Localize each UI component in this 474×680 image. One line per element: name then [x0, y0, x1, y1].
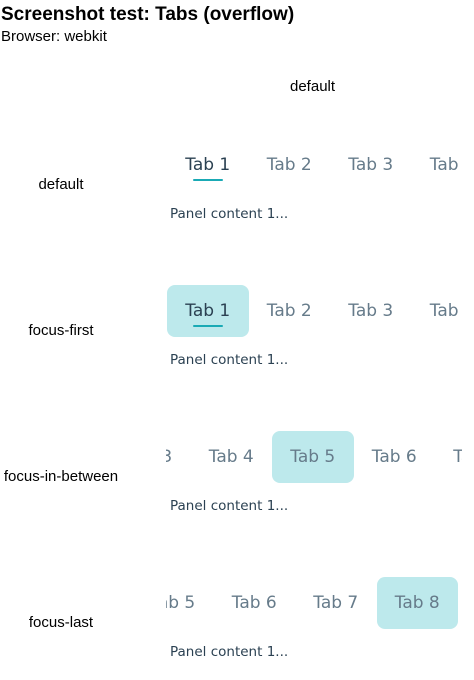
tab-5[interactable]: Tab 5 — [166, 577, 214, 629]
tab-label: Tab 3 — [166, 447, 173, 467]
tab-3[interactable]: Tab 3 — [166, 431, 191, 483]
tab-label: Tab 4 — [429, 155, 462, 175]
tab-panel: Panel content 1... — [170, 498, 289, 514]
tab-list: Tab 1Tab 2Tab 3Tab 4Tab 5Tab 6Tab 7Tab 8 — [167, 139, 462, 191]
tab-label: Tab 3 — [348, 155, 394, 175]
tab-label: Tab 1 — [185, 155, 231, 175]
tab-label: Tab 6 — [371, 447, 417, 467]
tab-7[interactable]: Tab 7 — [435, 431, 462, 483]
tab-label: Tab 7 — [453, 447, 462, 467]
tab-label: Tab 1 — [185, 301, 231, 321]
tab-panel: Panel content 1... — [170, 352, 289, 368]
tab-4[interactable]: Tab 4 — [412, 139, 462, 191]
tab-list: Tab 1Tab 2Tab 3Tab 4Tab 5Tab 6Tab 7Tab 8 — [166, 431, 462, 483]
tabs-focus-first: Tab 1Tab 2Tab 3Tab 4Tab 5Tab 6Tab 7Tab 8 — [166, 285, 462, 337]
tab-label: Tab 7 — [313, 593, 359, 613]
tab-7[interactable]: Tab 7 — [295, 577, 377, 629]
tab-label: Tab 3 — [348, 301, 394, 321]
tabs-focus-in-between: Tab 1Tab 2Tab 3Tab 4Tab 5Tab 6Tab 7Tab 8 — [166, 431, 462, 483]
tab-label: Tab 5 — [166, 593, 196, 613]
row-label-focus-last: focus-last — [28, 614, 94, 631]
tab-3[interactable]: Tab 3 — [330, 285, 412, 337]
row-label-focus-in-between: focus-in-between — [3, 468, 119, 485]
tab-label: Tab 6 — [231, 593, 277, 613]
tab-label: Tab 2 — [266, 301, 312, 321]
tabs-default: Tab 1Tab 2Tab 3Tab 4Tab 5Tab 6Tab 7Tab 8 — [166, 139, 462, 191]
row-label-default: default — [38, 176, 84, 193]
column-header: default — [290, 78, 336, 95]
tab-4[interactable]: Tab 4 — [412, 285, 462, 337]
tab-label: Tab 4 — [208, 447, 254, 467]
tab-5[interactable]: Tab 5 — [272, 431, 354, 483]
tab-4[interactable]: Tab 4 — [191, 431, 273, 483]
tab-2[interactable]: Tab 2 — [249, 285, 331, 337]
tabs-focus-last: Tab 1Tab 2Tab 3Tab 4Tab 5Tab 6Tab 7Tab 8 — [166, 577, 462, 629]
tab-2[interactable]: Tab 2 — [249, 139, 331, 191]
selected-tab-indicator — [192, 325, 223, 327]
tab-label: Tab 2 — [266, 155, 312, 175]
tab-1[interactable]: Tab 1 — [167, 139, 249, 191]
tab-8[interactable]: Tab 8 — [376, 577, 458, 629]
page-title: Screenshot test: Tabs (overflow) — [1, 4, 295, 25]
tab-panel: Panel content 1... — [170, 206, 289, 222]
tab-list: Tab 1Tab 2Tab 3Tab 4Tab 5Tab 6Tab 7Tab 8 — [166, 577, 458, 629]
tab-6[interactable]: Tab 6 — [354, 431, 436, 483]
tab-6[interactable]: Tab 6 — [214, 577, 296, 629]
row-label-focus-first: focus-first — [28, 322, 94, 339]
tab-label: Tab 8 — [394, 593, 440, 613]
tab-1[interactable]: Tab 1 — [167, 285, 249, 337]
browser-label: Browser: webkit — [1, 28, 107, 45]
tab-label: Tab 4 — [429, 301, 462, 321]
tab-list: Tab 1Tab 2Tab 3Tab 4Tab 5Tab 6Tab 7Tab 8 — [167, 285, 462, 337]
tab-3[interactable]: Tab 3 — [330, 139, 412, 191]
tab-panel: Panel content 1... — [170, 644, 289, 660]
selected-tab-indicator — [192, 179, 223, 181]
tab-label: Tab 5 — [290, 447, 336, 467]
